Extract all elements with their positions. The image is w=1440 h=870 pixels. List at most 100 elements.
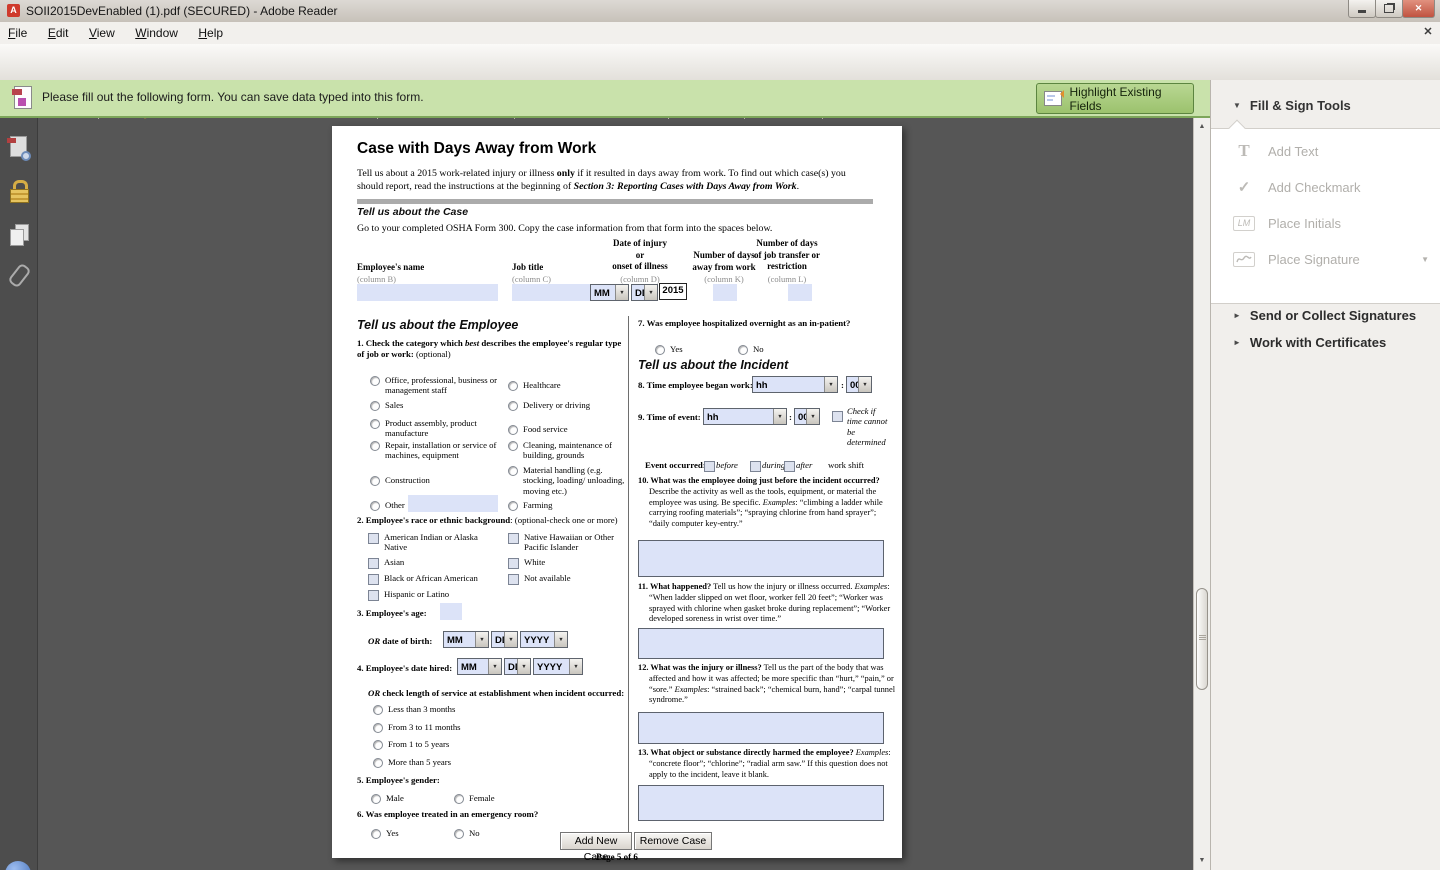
radio-icon[interactable] <box>454 794 464 804</box>
employee-name-field[interactable] <box>357 284 498 301</box>
other-category-field[interactable] <box>408 495 498 512</box>
radio-option[interactable]: No <box>454 828 480 839</box>
menu-view[interactable]: View <box>81 22 123 44</box>
radio-option[interactable]: Office, professional, business or manage… <box>370 375 503 396</box>
checkbox-option[interactable]: Not available <box>508 573 571 585</box>
radio-option[interactable]: Less than 3 months <box>373 704 455 715</box>
scroll-down-icon[interactable]: ▼ <box>1195 854 1209 868</box>
radio-icon[interactable] <box>370 376 380 386</box>
injury-day-select[interactable]: DD▼ <box>631 284 658 301</box>
radio-icon[interactable] <box>370 501 380 511</box>
minimize-button[interactable] <box>1348 0 1376 18</box>
restore-button[interactable] <box>1375 0 1403 18</box>
lock-security-icon[interactable] <box>9 180 29 204</box>
checkbox-icon[interactable] <box>368 590 379 601</box>
q11-answer-textarea[interactable] <box>638 628 884 659</box>
q10-answer-textarea[interactable] <box>638 540 884 577</box>
menu-file[interactable]: File <box>0 22 35 44</box>
radio-option[interactable]: From 1 to 5 years <box>373 739 449 750</box>
hired-day-select[interactable]: DD▼ <box>504 658 531 675</box>
radio-option[interactable]: Female <box>454 793 495 804</box>
menu-help[interactable]: Help <box>190 22 231 44</box>
radio-option[interactable]: Farming <box>508 500 552 511</box>
radio-option[interactable]: Material handling (e.g. stocking, loadin… <box>508 465 627 496</box>
radio-option[interactable]: Yes <box>371 828 399 839</box>
radio-option[interactable]: Other <box>370 500 405 511</box>
radio-icon[interactable] <box>373 740 383 750</box>
radio-icon[interactable] <box>508 425 518 435</box>
event-minute-select[interactable]: 00▼ <box>794 408 820 425</box>
close-toolbar-icon[interactable]: ✕ <box>1421 25 1435 39</box>
checkbox-option[interactable]: American Indian or Alaska Native <box>368 532 492 553</box>
transfer-days-field[interactable] <box>788 284 812 301</box>
radio-option[interactable]: Food service <box>508 424 627 435</box>
hired-year-select[interactable]: YYYY▼ <box>533 658 583 675</box>
checkbox-icon[interactable] <box>508 558 519 569</box>
checkbox-icon[interactable] <box>508 574 519 585</box>
radio-option[interactable]: Repair, installation or service of machi… <box>370 440 503 461</box>
menu-edit[interactable]: Edit <box>40 22 77 44</box>
radio-icon[interactable] <box>508 501 518 511</box>
radio-option[interactable]: Yes <box>655 344 683 355</box>
send-signatures-section[interactable]: ► Send or Collect Signatures <box>1233 308 1416 323</box>
injury-month-select[interactable]: MM▼ <box>590 284 629 301</box>
highlight-existing-fields-button[interactable]: Highlight Existing Fields <box>1036 83 1194 114</box>
radio-option[interactable]: Male <box>371 793 404 804</box>
checkbox-icon[interactable] <box>368 574 379 585</box>
radio-icon[interactable] <box>655 345 665 355</box>
radio-icon[interactable] <box>508 381 518 391</box>
scrollbar-thumb[interactable] <box>1196 588 1208 690</box>
page-thumbnails-icon[interactable] <box>9 136 29 160</box>
radio-icon[interactable] <box>508 441 518 451</box>
radio-icon[interactable] <box>508 401 518 411</box>
began-work-hour-select[interactable]: hh▼ <box>752 376 838 393</box>
chevron-down-icon[interactable]: ▼ <box>1233 101 1241 110</box>
pages-copy-icon[interactable] <box>9 224 29 248</box>
hired-month-select[interactable]: MM▼ <box>457 658 502 675</box>
dob-month-select[interactable]: MM▼ <box>443 631 489 648</box>
before-checkbox[interactable] <box>704 461 715 472</box>
checkbox-option[interactable]: Native Hawaiian or Other Pacific Islande… <box>508 532 632 553</box>
radio-icon[interactable] <box>738 345 748 355</box>
radio-icon[interactable] <box>370 419 380 429</box>
radio-icon[interactable] <box>370 401 380 411</box>
radio-option[interactable]: Product assembly, product manufacture <box>370 418 503 439</box>
dob-year-select[interactable]: YYYY▼ <box>520 631 568 648</box>
began-work-minute-select[interactable]: 00▼ <box>846 376 872 393</box>
radio-option[interactable]: Delivery or driving <box>508 400 627 411</box>
checkbox-option[interactable]: Hispanic or Latino <box>368 589 449 601</box>
radio-option[interactable]: Cleaning, maintenance of building, groun… <box>508 440 627 461</box>
checkbox-icon[interactable] <box>368 558 379 569</box>
during-checkbox[interactable] <box>750 461 761 472</box>
radio-option[interactable]: Healthcare <box>508 380 627 391</box>
after-checkbox[interactable] <box>784 461 795 472</box>
radio-icon[interactable] <box>454 829 464 839</box>
checkbox-option[interactable]: White <box>508 557 545 569</box>
radio-icon[interactable] <box>371 794 381 804</box>
radio-option[interactable]: More than 5 years <box>373 757 451 768</box>
time-undetermined-checkbox[interactable] <box>832 411 843 422</box>
dob-day-select[interactable]: DD▼ <box>491 631 518 648</box>
close-button[interactable]: ✕ <box>1402 0 1435 18</box>
checkbox-icon[interactable] <box>508 533 519 544</box>
radio-icon[interactable] <box>508 466 518 476</box>
radio-icon[interactable] <box>373 705 383 715</box>
radio-option[interactable]: From 3 to 11 months <box>373 722 461 733</box>
q12-answer-textarea[interactable] <box>638 712 884 744</box>
radio-icon[interactable] <box>373 723 383 733</box>
checkbox-icon[interactable] <box>368 533 379 544</box>
days-away-field[interactable] <box>713 284 737 301</box>
employee-age-field[interactable] <box>440 603 462 620</box>
radio-icon[interactable] <box>370 476 380 486</box>
paperclip-attachments-icon[interactable] <box>9 264 29 288</box>
vertical-scrollbar[interactable]: ▲ ▼ <box>1193 118 1210 870</box>
q13-answer-textarea[interactable] <box>638 785 884 821</box>
radio-option[interactable]: No <box>738 344 764 355</box>
radio-option[interactable]: Sales <box>370 400 503 411</box>
injury-year-field[interactable]: 2015 <box>659 283 687 300</box>
menu-window[interactable]: Window <box>127 22 186 44</box>
remove-case-button[interactable]: Remove Case <box>634 832 712 850</box>
radio-icon[interactable] <box>373 758 383 768</box>
radio-icon[interactable] <box>370 441 380 451</box>
event-hour-select[interactable]: hh▼ <box>703 408 787 425</box>
